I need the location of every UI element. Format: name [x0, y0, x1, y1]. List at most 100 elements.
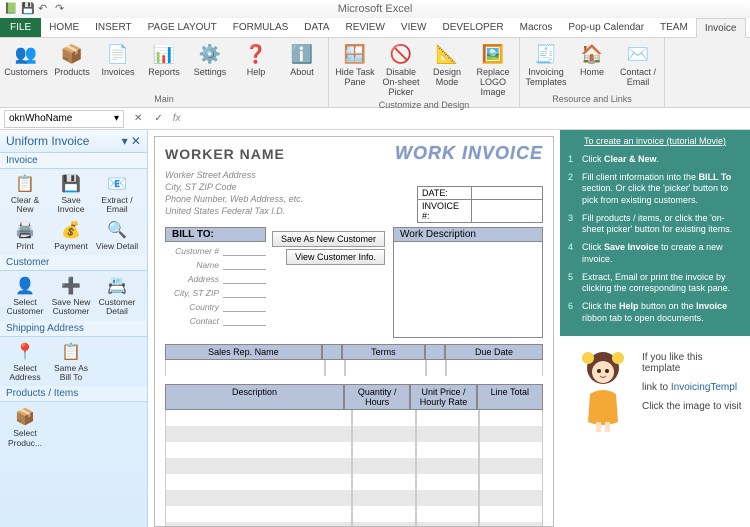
taskpane-select-address[interactable]: 📍Select Address — [2, 339, 48, 385]
ribbon-label: Contact / Email — [616, 68, 660, 88]
name-box[interactable]: oknWhoName ▾ — [4, 110, 124, 128]
worksheet[interactable]: WORKER NAME WORK INVOICE Worker Street A… — [148, 130, 560, 527]
name-box-value: oknWhoName — [9, 113, 72, 124]
print-icon: 🖨️ — [14, 219, 36, 241]
save-icon[interactable]: 💾 — [21, 2, 35, 16]
tab-invoice[interactable]: Invoice — [696, 18, 746, 38]
item-row[interactable] — [165, 490, 543, 506]
ribbon-reports[interactable]: 📊Reports — [142, 40, 186, 80]
tab-file[interactable]: FILE — [0, 17, 41, 37]
taskpane-extract-email[interactable]: 📧Extract / Email — [94, 171, 140, 217]
tab-view[interactable]: VIEW — [393, 17, 435, 37]
taskpane-select-customer[interactable]: 👤Select Customer — [2, 273, 48, 319]
ribbon-hide-task-pane[interactable]: 🪟Hide Task Pane — [333, 40, 377, 90]
item-row[interactable] — [165, 506, 543, 522]
close-icon[interactable]: ▾ ✕ — [122, 134, 141, 148]
disable-onsheet-picker-icon: 🚫 — [389, 42, 413, 66]
tab-formulas[interactable]: FORMULAS — [225, 17, 297, 37]
tab-review[interactable]: REVIEW — [337, 17, 392, 37]
taskpane-same-as-bill[interactable]: 📋Same As Bill To — [48, 339, 94, 385]
ribbon-customers[interactable]: 👥Customers — [4, 40, 48, 80]
taskpane-print[interactable]: 🖨️Print — [2, 217, 48, 253]
item-row[interactable] — [165, 426, 543, 442]
chevron-down-icon[interactable]: ▾ — [114, 113, 119, 124]
ribbon-group-label: Main — [4, 94, 324, 105]
taskpane-customer-detail[interactable]: 📇Customer Detail — [94, 273, 140, 319]
taskpane-payment[interactable]: 💰Payment — [48, 217, 94, 253]
item-row[interactable] — [165, 410, 543, 426]
mascot-image[interactable] — [568, 344, 638, 434]
undo-icon[interactable]: ↶ — [38, 2, 52, 16]
invoicing-templates-link[interactable]: InvoicingTempl — [671, 382, 737, 393]
ribbon-products[interactable]: 📦Products — [50, 40, 94, 80]
view-customer-info-button[interactable]: View Customer Info. — [286, 249, 385, 265]
bill-field-input[interactable] — [223, 273, 266, 284]
tutorial-link[interactable]: To create an invoice (tutorial Movie) — [568, 136, 742, 146]
work-description-body[interactable] — [393, 242, 543, 338]
help-step: 5Extract, Email or print the invoice by … — [568, 272, 742, 295]
bill-field-input[interactable] — [223, 301, 266, 312]
ribbon-design-mode[interactable]: 📐Design Mode — [425, 40, 469, 90]
ribbon-help[interactable]: ❓ Help — [234, 40, 278, 80]
ribbon-replace-logo[interactable]: 🖼️Replace LOGO Image — [471, 40, 515, 100]
tab-popup-calendar[interactable]: Pop-up Calendar — [560, 17, 652, 37]
fx-label[interactable]: fx — [169, 113, 185, 124]
tab-home[interactable]: HOME — [41, 17, 87, 37]
products-icon: 📦 — [60, 42, 84, 66]
ribbon-tabs: FILE HOME INSERT PAGE LAYOUT FORMULAS DA… — [0, 18, 750, 38]
bill-field-label: Name — [165, 260, 223, 270]
help-step: 3Fill products / items, or click the 'on… — [568, 213, 742, 236]
redo-icon[interactable]: ↷ — [55, 2, 69, 16]
tab-insert[interactable]: INSERT — [87, 17, 140, 37]
design-mode-icon: 📐 — [435, 42, 459, 66]
cancel-icon[interactable]: ✕ — [128, 113, 148, 124]
ribbon-disable-onsheet-picker[interactable]: 🚫Disable On-sheet Picker — [379, 40, 423, 100]
ribbon-about[interactable]: ℹ️About — [280, 40, 324, 80]
bill-field-row: City, ST ZIP — [165, 287, 266, 298]
enter-icon[interactable]: ✓ — [148, 113, 168, 124]
ribbon-label: Customers — [4, 68, 48, 78]
taskpane-view-detail[interactable]: 🔍View Detail — [94, 217, 140, 253]
worker-address-1: Worker Street Address — [165, 170, 303, 180]
ribbon-label: Help — [247, 68, 266, 78]
taskpane-save-invoice[interactable]: 💾Save Invoice — [48, 171, 94, 217]
tab-team[interactable]: TEAM — [652, 17, 696, 37]
item-row[interactable] — [165, 458, 543, 474]
bill-field-label: Customer # — [165, 246, 223, 256]
invoicing-templates-icon: 🧾 — [534, 42, 558, 66]
item-row[interactable] — [165, 442, 543, 458]
tab-macros[interactable]: Macros — [512, 17, 561, 37]
tab-developer[interactable]: DEVELOPER — [434, 17, 511, 37]
items-grid[interactable] — [165, 410, 543, 527]
taskpane-clear-new[interactable]: 📋Clear & New — [2, 171, 48, 217]
ribbon-invoicing-templates[interactable]: 🧾Invoicing Templates — [524, 40, 568, 90]
bill-field-input[interactable] — [223, 245, 266, 256]
item-row[interactable] — [165, 522, 543, 527]
ribbon-label: Disable On-sheet Picker — [379, 68, 423, 98]
help-icon: ❓ — [244, 42, 268, 66]
invoice-num-value[interactable] — [472, 200, 542, 222]
bill-field-row: Country — [165, 301, 266, 312]
bill-field-row: Address — [165, 273, 266, 284]
tab-pagelayout[interactable]: PAGE LAYOUT — [140, 17, 225, 37]
date-value[interactable] — [472, 187, 542, 199]
taskpane-label: Same As Bill To — [48, 364, 94, 383]
extract-email-icon: 📧 — [106, 173, 128, 195]
taskpane-select-product[interactable]: 📦Select Produc... — [2, 404, 48, 450]
bill-field-input[interactable] — [223, 259, 266, 270]
ribbon-invoices[interactable]: 📄Invoices — [96, 40, 140, 80]
col-quantity: Quantity / Hours — [344, 384, 410, 410]
taskpane-label: Select Address — [2, 364, 48, 383]
taskpane-save-new-customer[interactable]: ➕Save New Customer — [48, 273, 94, 319]
save-as-new-customer-button[interactable]: Save As New Customer — [272, 231, 385, 247]
bill-field-input[interactable] — [223, 315, 266, 326]
help-panel: To create an invoice (tutorial Movie) 1C… — [560, 130, 750, 527]
ribbon-contact-email[interactable]: ✉️Contact / Email — [616, 40, 660, 90]
tab-data[interactable]: DATA — [296, 17, 337, 37]
item-row[interactable] — [165, 474, 543, 490]
terms-header-row: Sales Rep. Name Terms Due Date — [165, 344, 543, 360]
bill-field-input[interactable] — [223, 287, 266, 298]
ribbon-settings[interactable]: ⚙️Settings — [188, 40, 232, 80]
settings-icon: ⚙️ — [198, 42, 222, 66]
ribbon-home[interactable]: 🏠Home — [570, 40, 614, 80]
